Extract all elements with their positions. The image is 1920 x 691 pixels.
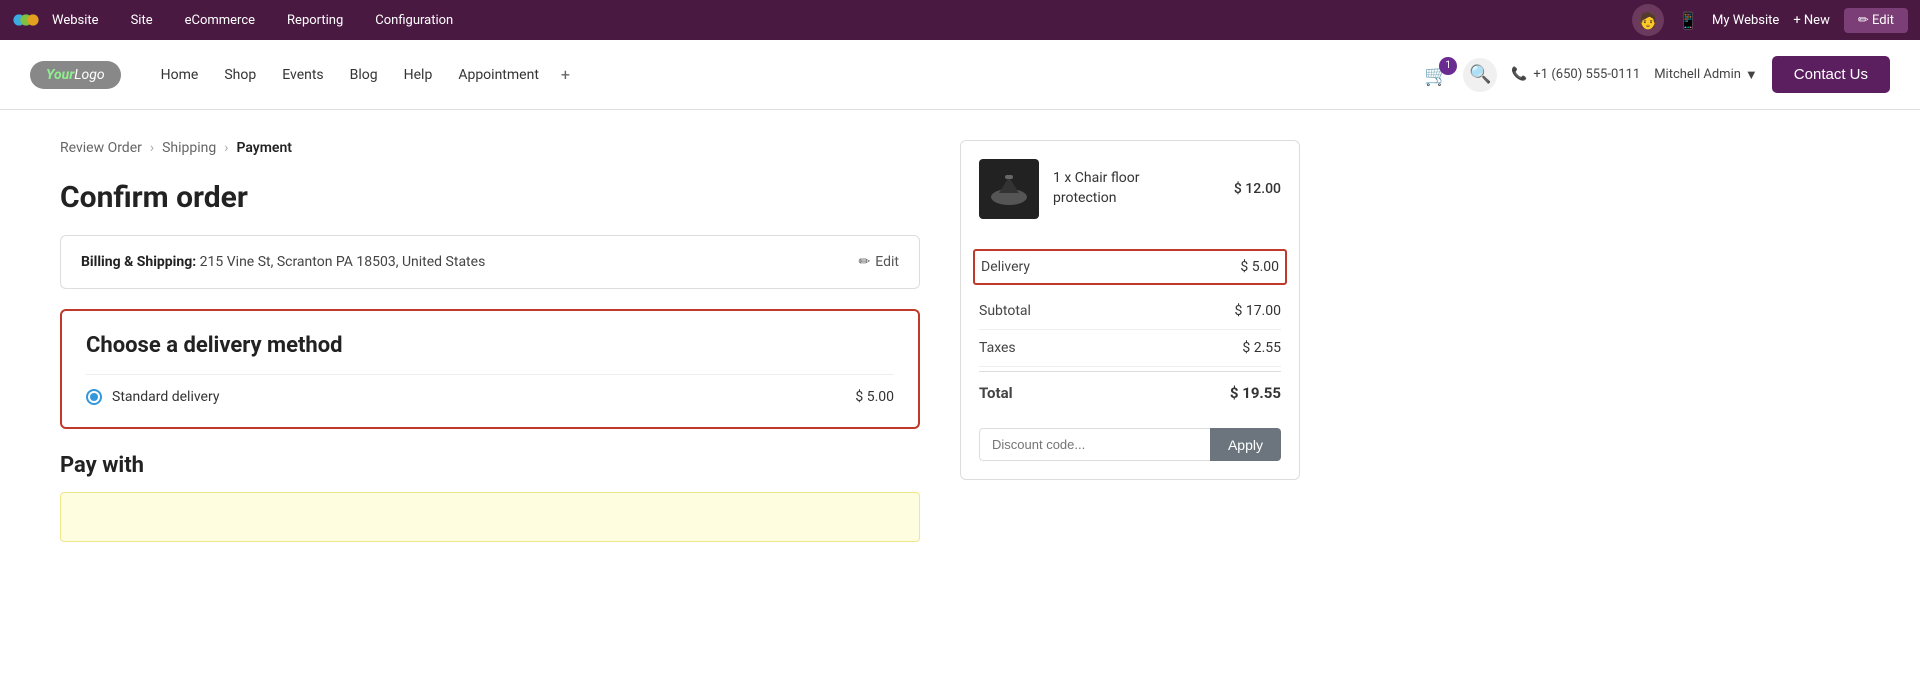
edit-button[interactable]: ✏ Edit <box>1844 8 1908 33</box>
breadcrumb-step3: Payment <box>236 140 292 156</box>
user-name: Mitchell Admin <box>1654 67 1741 82</box>
billing-address: 215 Vine St, Scranton PA 18503, United S… <box>200 254 486 270</box>
user-menu[interactable]: Mitchell Admin ▼ <box>1654 67 1758 83</box>
summary-delivery-row: Delivery $ 5.00 <box>973 249 1287 285</box>
nav-blog[interactable]: Blog <box>340 61 388 89</box>
item-image <box>979 159 1039 219</box>
delivery-row-label: Delivery <box>981 259 1030 275</box>
admin-nav-configuration[interactable]: Configuration <box>369 9 459 32</box>
delivery-title: Choose a delivery method <box>86 333 894 358</box>
total-label: Total <box>979 384 1013 402</box>
logo-area: YourLogo <box>30 61 121 89</box>
breadcrumb-sep1: › <box>150 140 154 156</box>
new-button[interactable]: + New <box>1793 13 1830 28</box>
nav-appointment[interactable]: Appointment <box>448 61 549 89</box>
pay-with-title: Pay with <box>60 453 920 478</box>
confirm-order-title: Confirm order <box>60 180 920 215</box>
delivery-option[interactable]: Standard delivery $ 5.00 <box>86 374 894 405</box>
item-details: 1 x Chair floor protection <box>1053 169 1220 208</box>
breadcrumb-sep2: › <box>224 140 228 156</box>
summary-subtotal-row: Subtotal $ 17.00 <box>979 293 1281 330</box>
website-nav: YourLogo Home Shop Events Blog Help Appo… <box>0 40 1920 110</box>
summary-card: 1 x Chair floor protection $ 12.00 Deliv… <box>960 140 1300 480</box>
delivery-section: Choose a delivery method Standard delive… <box>60 309 920 429</box>
logo-badge[interactable]: YourLogo <box>30 61 121 89</box>
nav-events[interactable]: Events <box>272 61 333 89</box>
delivery-option-label: Standard delivery <box>112 389 219 405</box>
phone-icon: 📞 <box>1511 67 1527 82</box>
mobile-icon[interactable]: 📱 <box>1678 11 1698 30</box>
billing-edit-button[interactable]: ✏ Edit <box>859 254 899 270</box>
admin-bar-right: 🧑 📱 My Website + New ✏ Edit <box>1632 4 1908 36</box>
edit-label: Edit <box>875 254 899 270</box>
admin-avatar: 🧑 <box>1632 4 1664 36</box>
taxes-label: Taxes <box>979 340 1016 356</box>
summary-total-row: Total $ 19.55 <box>979 371 1281 412</box>
phone-number: +1 (650) 555-0111 <box>1533 67 1640 82</box>
admin-app-name[interactable]: Website <box>46 9 105 32</box>
odoo-icon <box>12 6 40 34</box>
item-name: 1 x Chair floor protection <box>1053 169 1220 208</box>
page-content: Review Order › Shipping › Payment Confir… <box>0 110 1920 572</box>
taxes-value: $ 2.55 <box>1242 340 1281 356</box>
billing-card: Billing & Shipping: 215 Vine St, Scranto… <box>60 235 920 289</box>
admin-bar: Website Site eCommerce Reporting Configu… <box>0 0 1920 40</box>
admin-nav-site[interactable]: Site <box>125 9 159 32</box>
billing-label: Billing & Shipping: <box>81 254 196 270</box>
breadcrumb-step1[interactable]: Review Order <box>60 140 142 156</box>
contact-us-button[interactable]: Contact Us <box>1772 56 1890 93</box>
search-button[interactable]: 🔍 <box>1463 58 1497 92</box>
delivery-option-price: $ 5.00 <box>855 389 894 405</box>
cart-badge: 1 <box>1439 57 1457 75</box>
nav-shop[interactable]: Shop <box>214 61 266 89</box>
admin-logo: Website <box>12 6 105 34</box>
main-column: Review Order › Shipping › Payment Confir… <box>60 140 920 542</box>
subtotal-value: $ 17.00 <box>1234 303 1281 319</box>
discount-input[interactable] <box>979 428 1210 461</box>
discount-area: Apply <box>979 428 1281 461</box>
subtotal-label: Subtotal <box>979 303 1031 319</box>
admin-nav-reporting[interactable]: Reporting <box>281 9 349 32</box>
breadcrumb-step2[interactable]: Shipping <box>162 140 216 156</box>
order-summary: 1 x Chair floor protection $ 12.00 Deliv… <box>960 140 1300 542</box>
pencil-icon: ✏ <box>859 254 871 270</box>
cart-button[interactable]: 🛒 1 <box>1424 63 1449 87</box>
billing-text: Billing & Shipping: 215 Vine St, Scranto… <box>81 254 485 270</box>
admin-nav-ecommerce[interactable]: eCommerce <box>179 9 261 32</box>
apply-button[interactable]: Apply <box>1210 428 1281 461</box>
nav-right: 🛒 1 🔍 📞 +1 (650) 555-0111 Mitchell Admin… <box>1424 56 1890 93</box>
item-price: $ 12.00 <box>1234 181 1281 197</box>
summary-taxes-row: Taxes $ 2.55 <box>979 330 1281 367</box>
nav-help[interactable]: Help <box>394 61 443 89</box>
item-image-svg <box>985 165 1033 213</box>
phone-area: 📞 +1 (650) 555-0111 <box>1511 67 1640 82</box>
user-dropdown-icon: ▼ <box>1745 67 1758 83</box>
nav-links: Home Shop Events Blog Help Appointment + <box>151 61 1425 89</box>
delivery-radio[interactable] <box>86 389 102 405</box>
order-item: 1 x Chair floor protection $ 12.00 <box>979 159 1281 233</box>
nav-add-icon[interactable]: + <box>555 61 576 88</box>
breadcrumb: Review Order › Shipping › Payment <box>60 140 920 156</box>
delivery-option-left: Standard delivery <box>86 389 219 405</box>
my-website-button[interactable]: My Website <box>1712 13 1779 28</box>
nav-home[interactable]: Home <box>151 61 209 89</box>
pay-placeholder <box>60 492 920 542</box>
pay-with-section: Pay with <box>60 453 920 542</box>
total-value: $ 19.55 <box>1230 384 1281 402</box>
delivery-row-value: $ 5.00 <box>1240 259 1279 275</box>
